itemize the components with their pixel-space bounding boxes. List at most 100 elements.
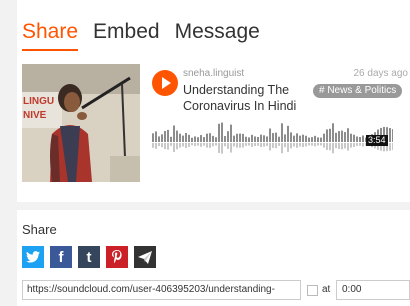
waveform-reflection-bar xyxy=(296,143,298,148)
waveform-reflection-bar xyxy=(182,143,184,147)
waveform-reflection-bar xyxy=(311,143,313,146)
waveform-bar xyxy=(197,137,199,142)
waveform-bar xyxy=(356,136,358,142)
waveform-bar xyxy=(359,137,361,142)
waveform-bar xyxy=(278,136,280,142)
share-url-input[interactable]: https://soundcloud.com/user-406395203/un… xyxy=(22,280,301,300)
waveform-bar xyxy=(311,137,313,142)
waveform-reflection-bar xyxy=(269,143,271,151)
waveform-reflection-bar xyxy=(278,143,280,146)
waveform-bar xyxy=(182,135,184,142)
waveform-bar xyxy=(257,136,259,142)
waveform-bar xyxy=(275,132,277,142)
waveform-bar xyxy=(170,136,172,142)
email-share-button[interactable] xyxy=(134,246,156,268)
waveform-reflection-bar xyxy=(206,143,208,148)
waveform-bar xyxy=(302,134,304,142)
waveform-bar xyxy=(287,125,289,142)
waveform-bar xyxy=(173,125,175,142)
waveform-reflection-bar xyxy=(173,143,175,153)
waveform-reflection-bar xyxy=(185,143,187,148)
waveform-reflection-bar xyxy=(167,143,169,150)
tab-message[interactable]: Message xyxy=(175,18,260,51)
waveform-reflection-bar xyxy=(155,143,157,149)
waveform-bar xyxy=(308,137,310,142)
waveform-bar xyxy=(191,137,193,142)
waveform-reflection-bar xyxy=(257,143,259,146)
waveform-reflection-bar xyxy=(305,143,307,147)
facebook-share-button[interactable]: f xyxy=(50,246,72,268)
waveform-bar xyxy=(284,134,286,142)
waveform-reflection-bar xyxy=(188,143,190,147)
dialog-tabs: Share Embed Message xyxy=(22,18,275,51)
waveform-bar xyxy=(266,136,268,142)
waveform-reflection-bar xyxy=(200,143,202,147)
waveform-bar xyxy=(347,128,349,142)
waveform-reflection-bar xyxy=(248,143,250,146)
send-icon xyxy=(138,250,152,264)
waveform-reflection-bar xyxy=(302,143,304,148)
waveform-reflection-bar xyxy=(323,143,325,148)
pinterest-share-button[interactable] xyxy=(106,246,128,268)
waveform-bar xyxy=(224,136,226,142)
waveform-bar xyxy=(362,135,364,142)
waveform-bar xyxy=(296,133,298,142)
waveform-bar xyxy=(305,135,307,142)
waveform-reflection-bar xyxy=(317,143,319,146)
waveform-bar xyxy=(176,130,178,142)
waveform-bar xyxy=(326,129,328,142)
waveform-bar xyxy=(203,137,205,142)
waveform-bar xyxy=(239,133,241,142)
waveform-reflection-bar xyxy=(251,143,253,147)
waveform-bar xyxy=(215,137,217,142)
waveform-bar xyxy=(350,133,352,142)
waveform-bar xyxy=(329,128,331,142)
waveform-bar xyxy=(209,133,211,142)
tab-embed[interactable]: Embed xyxy=(93,18,160,51)
waveform-bar xyxy=(245,136,247,142)
waveform-bar xyxy=(389,128,391,142)
share-heading: Share xyxy=(22,222,57,237)
waveform-reflection-bar xyxy=(209,143,211,148)
track-time-ago: 26 days ago xyxy=(353,68,409,79)
genre-tag[interactable]: # News & Politics xyxy=(313,84,403,98)
waveform-bar xyxy=(185,133,187,142)
waveform-bar xyxy=(344,132,346,142)
waveform-reflection-bar xyxy=(230,143,232,153)
waveform-bar xyxy=(299,135,301,142)
waveform-bar xyxy=(254,136,256,142)
play-button[interactable] xyxy=(152,70,178,96)
waveform-bar xyxy=(338,131,340,142)
waveform-reflection-bar xyxy=(227,143,229,149)
waveform-bar xyxy=(323,133,325,142)
pinterest-icon xyxy=(112,250,122,264)
waveform-reflection-bar xyxy=(389,143,391,151)
waveform-reflection-bar xyxy=(329,143,331,151)
waveform-bar xyxy=(290,132,292,142)
track-artwork: LINGU NIVE xyxy=(22,64,140,182)
waveform-reflection-bar xyxy=(212,143,214,147)
start-time-input[interactable]: 0:00 xyxy=(336,280,410,300)
svg-text:LINGU: LINGU xyxy=(23,96,54,107)
waveform-bar xyxy=(233,135,235,142)
tab-share[interactable]: Share xyxy=(22,18,79,51)
track-title[interactable]: Understanding The Coronavirus In Hindi xyxy=(183,82,323,114)
track-username[interactable]: sneha.linguist xyxy=(183,68,244,80)
waveform-reflection-bar xyxy=(170,143,172,146)
tumblr-share-button[interactable]: t xyxy=(78,246,100,268)
waveform-reflection-bar xyxy=(260,143,262,148)
waveform-bar xyxy=(242,133,244,142)
waveform-reflection-bar xyxy=(179,143,181,148)
waveform-reflection-bar xyxy=(254,143,256,147)
waveform-bar xyxy=(218,123,220,142)
twitter-share-button[interactable] xyxy=(22,246,44,268)
waveform-bar xyxy=(236,133,238,142)
artwork-image: LINGU NIVE xyxy=(22,64,140,182)
waveform-reflection-bar xyxy=(221,143,223,154)
social-share-buttons: f t xyxy=(22,246,156,268)
waveform-bar xyxy=(281,123,283,142)
waveform-reflection-bar xyxy=(194,143,196,147)
waveform-bar xyxy=(164,130,166,142)
start-at-checkbox[interactable] xyxy=(307,285,318,296)
waveform[interactable] xyxy=(152,118,393,164)
